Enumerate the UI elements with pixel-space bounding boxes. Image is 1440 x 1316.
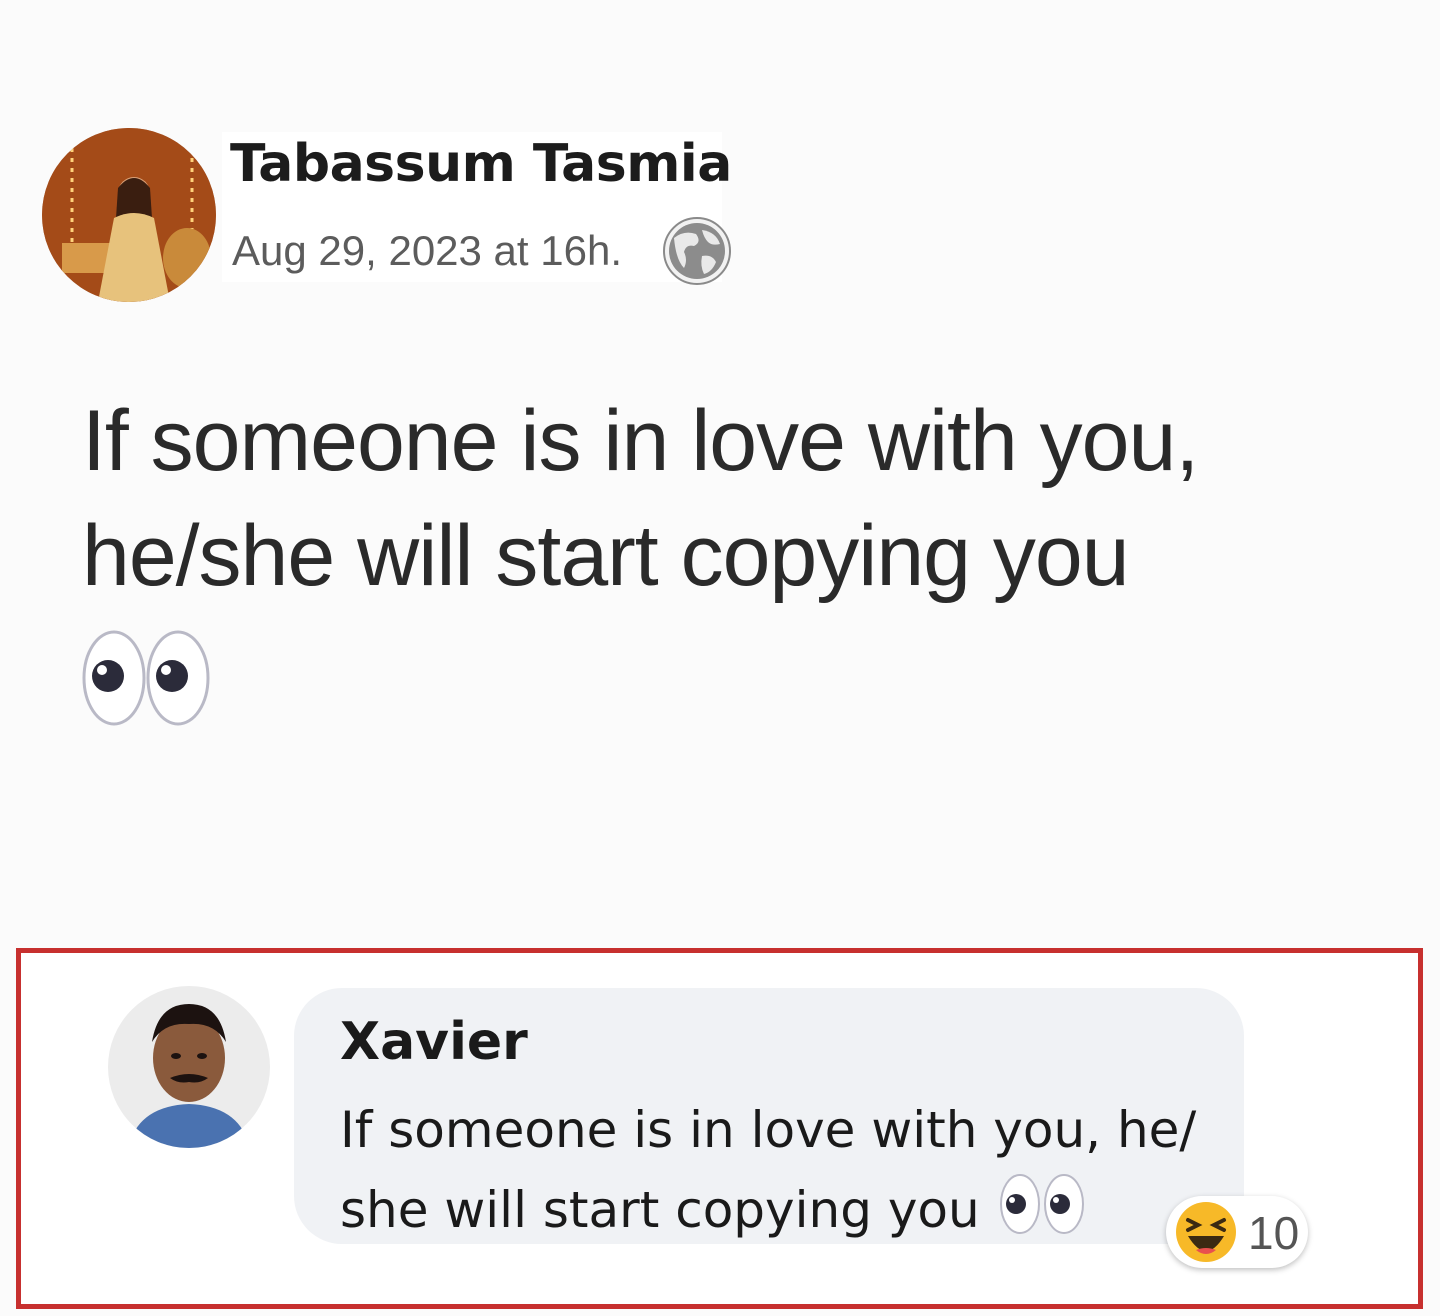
- haha-reaction-icon: [1174, 1200, 1238, 1264]
- post-timestamp[interactable]: Aug 29, 2023 at 16h.: [232, 227, 622, 275]
- reaction-count: 10: [1248, 1207, 1300, 1259]
- comment-text: If someone is in love with you, he/ she …: [340, 1101, 1197, 1239]
- reaction-summary[interactable]: 10: [1166, 1196, 1308, 1268]
- post-author-name[interactable]: Tabassum Tasmia: [230, 134, 732, 194]
- eyes-emoji: [998, 1172, 1086, 1236]
- commenter-avatar[interactable]: [108, 986, 270, 1148]
- post-body-text: If someone is in love with you, he/she w…: [82, 393, 1199, 604]
- globe-icon: [662, 216, 732, 286]
- commenter-name[interactable]: Xavier: [340, 1012, 528, 1072]
- post-author-avatar[interactable]: [42, 128, 216, 302]
- eyes-emoji: [82, 628, 212, 726]
